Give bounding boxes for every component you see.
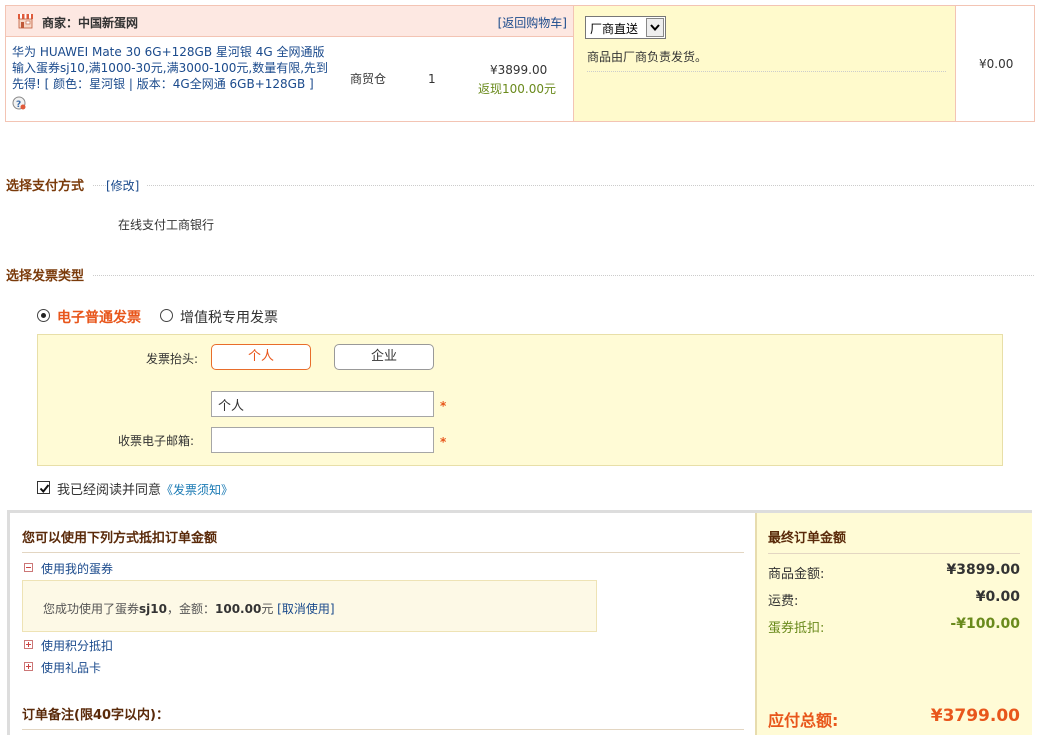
- invoice-form: 发票抬头: 个人 企业 * 收票电子邮箱: *: [37, 334, 1003, 466]
- expand-icon[interactable]: [24, 640, 33, 649]
- divider: [6, 185, 1034, 186]
- coupon-deduction-label: 蛋券抵扣:: [768, 621, 825, 636]
- summary-title: 最终订单金额: [768, 531, 847, 546]
- merchant-name: 商家：中国新蛋网: [42, 16, 139, 30]
- payment-section-header: 选择支付方式 [修改]: [6, 175, 1034, 197]
- total-payable-value: ¥3799.00: [930, 706, 1020, 726]
- invoice-type-electronic-label[interactable]: 电子普通发票: [57, 307, 141, 327]
- quantity-value: 1: [428, 72, 436, 86]
- payment-section-title: 选择支付方式: [6, 175, 93, 194]
- payment-edit-link[interactable]: [修改]: [106, 177, 148, 194]
- freight-value: ¥0.00: [975, 589, 1020, 605]
- divider: [6, 275, 1034, 276]
- coupon-used-prefix: 您成功使用了蛋券: [43, 602, 140, 616]
- product-title-link[interactable]: 华为 HUAWEI Mate 30 6G+128GB 星河银 4G 全网通版 输…: [12, 44, 332, 92]
- divider: [22, 552, 744, 553]
- freight-label: 运费:: [768, 594, 799, 609]
- agree-checkbox[interactable]: [37, 481, 50, 494]
- svg-text:?: ?: [16, 100, 21, 110]
- invoice-email-input[interactable]: [211, 427, 434, 453]
- required-mark: *: [440, 435, 447, 449]
- invoice-type-vat-radio[interactable]: [160, 309, 173, 322]
- invoice-header-company-button[interactable]: 企业: [334, 344, 434, 370]
- gift-tag-icon: ?: [12, 96, 26, 110]
- invoice-section-title: 选择发票类型: [6, 265, 93, 284]
- shipping-note: 商品由厂商负责发货。: [587, 48, 946, 72]
- cancel-coupon-link[interactable]: [取消使用]: [277, 602, 334, 616]
- deduction-title: 您可以使用下列方式抵扣订单金额: [22, 531, 218, 546]
- shipping-cell: 厂商直送 商品由厂商负责发货。: [573, 6, 956, 121]
- coupon-amount: 100.00: [215, 602, 262, 616]
- order-bottom-panel: 您可以使用下列方式抵扣订单金额 使用我的蛋券 您成功使用了蛋券sj10，金额：1…: [7, 510, 1032, 735]
- use-coupon-toggle[interactable]: 使用我的蛋券: [41, 560, 113, 577]
- divider: [22, 729, 744, 730]
- order-summary-panel: 最终订单金额 商品金额: ¥3899.00 运费: ¥0.00 蛋券抵扣: -¥…: [755, 513, 1032, 735]
- goods-amount-value: ¥3899.00: [946, 562, 1020, 578]
- invoice-header-label: 发票抬头:: [146, 352, 199, 366]
- warehouse-label: 商贸仓: [350, 72, 387, 86]
- chevron-down-icon[interactable]: [646, 18, 664, 37]
- rebate-text: 返现100.00元: [478, 82, 556, 96]
- coupon-used-text: 您成功使用了蛋券sj10，金额：100.00元 [取消使用]: [43, 600, 335, 617]
- shop-icon: [18, 14, 33, 29]
- coupon-deduction-value: -¥100.00: [950, 616, 1020, 632]
- payment-method-info: 在线支付工商银行: [118, 218, 215, 232]
- goods-amount-label: 商品金额:: [768, 567, 825, 582]
- divider: [768, 553, 1020, 554]
- invoice-header-input[interactable]: [211, 391, 434, 417]
- agree-label: 我已经阅读并同意: [57, 483, 162, 498]
- collapse-icon[interactable]: [24, 563, 33, 572]
- merchant-header: 商家：中国新蛋网 [返回购物车]: [6, 6, 573, 37]
- coupon-used-box: 您成功使用了蛋券sj10，金额：100.00元 [取消使用]: [22, 580, 597, 632]
- back-to-cart-link[interactable]: [返回购物车]: [498, 14, 567, 31]
- coupon-code: sj10: [139, 602, 167, 616]
- invoice-email-label: 收票电子邮箱:: [118, 434, 195, 448]
- order-remark-title: 订单备注(限40字以内)：: [22, 708, 169, 723]
- invoice-header-personal-button[interactable]: 个人: [211, 344, 311, 370]
- use-points-toggle[interactable]: 使用积分抵扣: [41, 637, 113, 654]
- shipping-method-value: 厂商直送: [590, 22, 639, 36]
- coupon-amount-prefix: ，金额：: [166, 602, 215, 616]
- expand-icon[interactable]: [24, 662, 33, 671]
- agree-text: 我已经阅读并同意《发票须知》: [57, 479, 233, 498]
- unit-price: ¥3899.00: [490, 63, 548, 77]
- invoice-type-electronic-radio[interactable]: [37, 309, 50, 322]
- invoice-type-vat-label[interactable]: 增值税专用发票: [180, 307, 278, 327]
- coupon-amount-unit: 元: [261, 602, 274, 616]
- total-payable-label: 应付总额:: [768, 711, 839, 730]
- order-item-table: 商家：中国新蛋网 [返回购物车] 华为 HUAWEI Mate 30 6G+12…: [5, 5, 1035, 122]
- required-mark: *: [440, 399, 447, 413]
- shipping-method-select[interactable]: 厂商直送: [585, 16, 666, 39]
- invoice-section-header: 选择发票类型: [6, 265, 1034, 287]
- shipping-fee: ¥0.00: [979, 57, 1014, 71]
- invoice-notice-link[interactable]: 《发票须知》: [161, 483, 233, 497]
- use-giftcard-toggle[interactable]: 使用礼品卡: [41, 659, 101, 676]
